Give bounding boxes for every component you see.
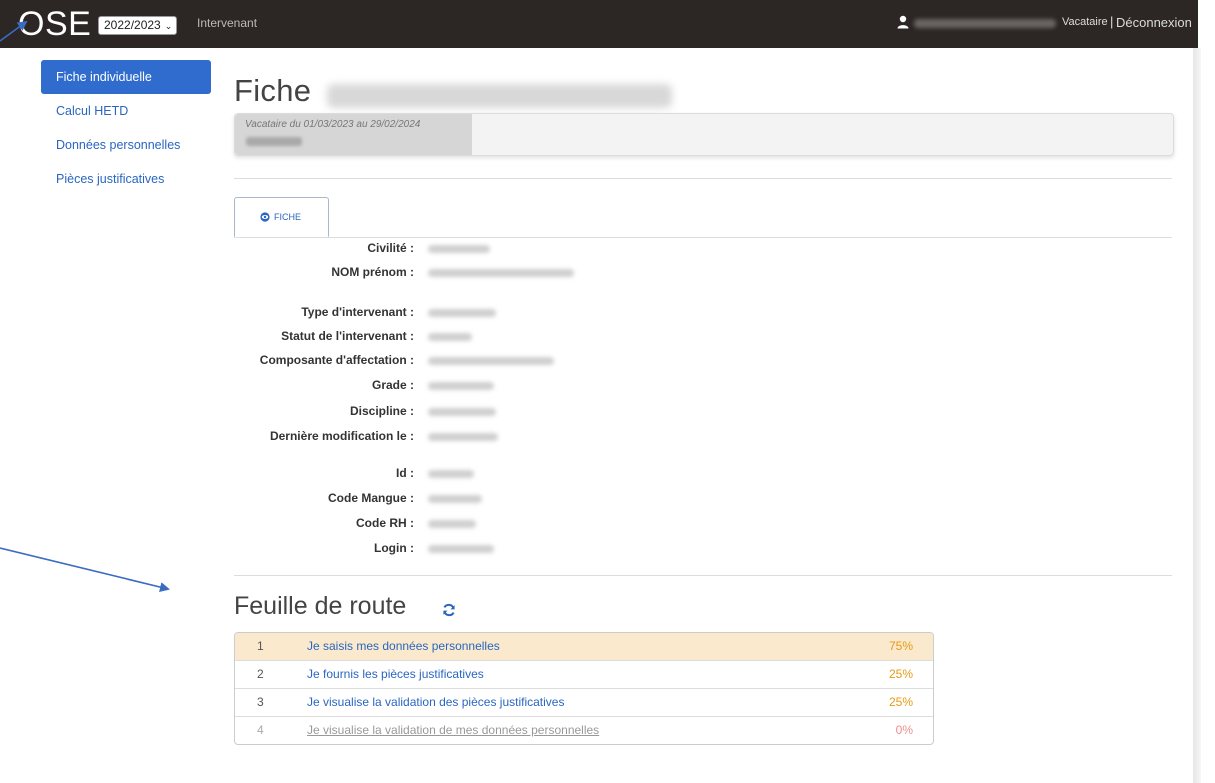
tab-fiche[interactable]: FICHE [234, 197, 329, 237]
field-value-redacted [428, 245, 490, 253]
field-label-derniere-modification: Dernière modification le : [269, 429, 414, 443]
field-value-redacted [428, 309, 496, 317]
field-label-composante: Composante d'affectation : [259, 353, 414, 367]
tab-bar-line [234, 237, 1172, 238]
sidebar-menu: Fiche individuelle Calcul HETD Données p… [41, 60, 211, 196]
field-label-login: Login : [374, 541, 414, 555]
divider [234, 178, 1172, 179]
field-label-type-intervenant: Type d'intervenant : [301, 305, 414, 319]
roadmap-list: 1 Je saisis mes données personnelles 75%… [234, 632, 934, 745]
refresh-icon[interactable] [442, 603, 456, 617]
roadmap-step-progress: 25% [888, 695, 913, 709]
roadmap-title: Feuille de route [234, 592, 407, 620]
year-select[interactable]: 2022/2023 ⌄ [98, 16, 178, 35]
sidebar-item-fiche-individuelle[interactable]: Fiche individuelle [41, 60, 211, 94]
roadmap-step-link: Je visualise la validation de mes donnée… [307, 723, 600, 737]
field-value-redacted [428, 545, 494, 553]
page-right-shadow [1193, 48, 1201, 783]
field-value-redacted [428, 408, 496, 416]
roadmap-step-number: 3 [257, 695, 264, 709]
field-value-redacted [428, 520, 476, 528]
field-value-redacted [428, 357, 554, 365]
summary-redacted [246, 137, 302, 146]
roadmap-step[interactable]: 2 Je fournis les pièces justificatives 2… [235, 661, 933, 689]
sidebar-item-donnees-personnelles[interactable]: Données personnelles [41, 128, 211, 162]
eye-icon [260, 212, 270, 222]
roadmap-step-link[interactable]: Je saisis mes données personnelles [307, 639, 500, 653]
roadmap-step-number: 1 [257, 639, 264, 653]
roadmap-step-link[interactable]: Je visualise la validation des pièces ju… [307, 695, 564, 709]
tab-fiche-label: FICHE [274, 212, 301, 222]
field-label-id: Id : [396, 466, 414, 480]
roadmap-step[interactable]: 3 Je visualise la validation des pièces … [235, 689, 933, 717]
chevron-down-icon: ⌄ [164, 21, 173, 31]
role-label[interactable]: Intervenant [197, 16, 257, 30]
sidebar-item-calcul-hetd[interactable]: Calcul HETD [41, 94, 211, 128]
user-status: Vacataire [1062, 16, 1108, 28]
field-label-code-rh: Code RH : [356, 516, 414, 530]
field-label-grade: Grade : [371, 378, 414, 392]
app-logo[interactable]: OSE [18, 2, 91, 46]
roadmap-step: 4 Je visualise la validation de mes donn… [235, 717, 933, 744]
field-value-redacted [428, 333, 472, 341]
year-select-value: 2022/2023 [104, 18, 161, 32]
field-value-redacted [428, 433, 498, 441]
field-label-discipline: Discipline : [349, 404, 414, 418]
field-value-redacted [428, 470, 474, 478]
sidebar-item-pieces-justificatives[interactable]: Pièces justificatives [41, 162, 211, 196]
roadmap-step-number: 4 [257, 723, 264, 737]
roadmap-step-link[interactable]: Je fournis les pièces justificatives [307, 667, 484, 681]
intervenant-summary-card: Vacataire du 01/03/2023 au 29/02/2024 [234, 113, 1174, 156]
field-label-civilite: Civilité : [367, 241, 414, 255]
logout-separator: | [1110, 14, 1114, 29]
top-navbar: OSE 2022/2023 ⌄ Intervenant Vacataire | D… [0, 0, 1198, 48]
roadmap-step-number: 2 [257, 667, 264, 681]
annotation-arrow [0, 547, 170, 592]
roadmap-step-progress: 25% [888, 667, 913, 681]
field-value-redacted [428, 495, 482, 503]
intervenant-name-redacted [327, 84, 672, 108]
field-value-redacted [428, 269, 574, 277]
contract-period: Vacataire du 01/03/2023 au 29/02/2024 [245, 119, 421, 130]
summary-left-panel: Vacataire du 01/03/2023 au 29/02/2024 [235, 114, 472, 155]
field-value-redacted [428, 382, 494, 390]
page-title: Fiche [234, 73, 312, 108]
divider [234, 575, 1172, 576]
roadmap-step-progress: 75% [888, 639, 913, 653]
field-label-nom-prenom: NOM prénom : [331, 265, 414, 279]
roadmap-step[interactable]: 1 Je saisis mes données personnelles 75% [235, 633, 933, 661]
field-label-code-mangue: Code Mangue : [328, 491, 414, 505]
user-name-redacted [914, 19, 1056, 28]
roadmap-step-progress: 0% [895, 723, 913, 737]
user-icon [897, 15, 909, 29]
logout-link[interactable]: Déconnexion [1116, 15, 1192, 30]
field-label-statut: Statut de l'intervenant : [281, 329, 414, 343]
